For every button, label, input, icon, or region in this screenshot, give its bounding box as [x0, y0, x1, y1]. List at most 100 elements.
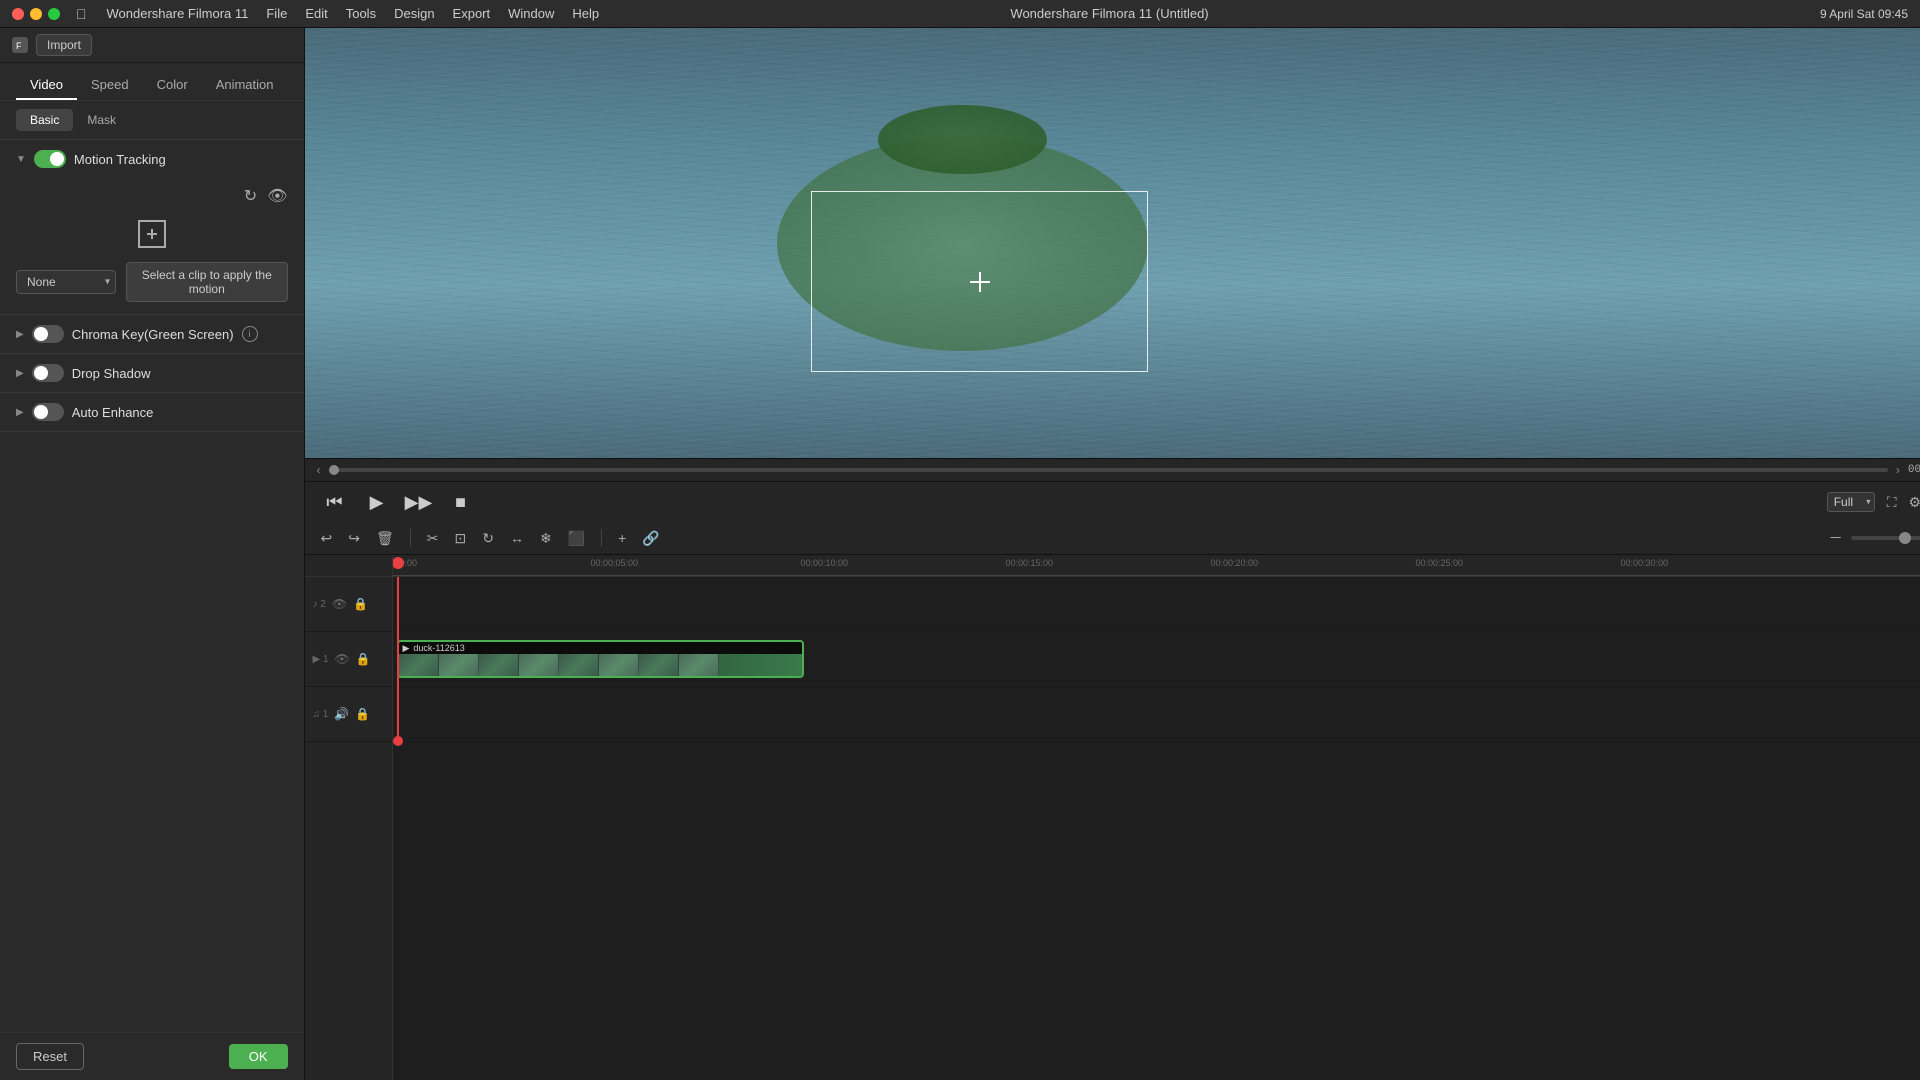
add-media-icon[interactable]: + [614, 528, 630, 548]
fullscreen-icon[interactable]: ⛶ [1887, 494, 1897, 511]
undo-icon[interactable]: ↩ [317, 528, 337, 549]
subtab-mask[interactable]: Mask [73, 109, 130, 131]
tab-speed[interactable]: Speed [77, 71, 143, 100]
track-2-lock-icon[interactable]: 🔒 [353, 597, 368, 611]
progress-bar[interactable] [329, 468, 1888, 472]
chroma-key-toggle[interactable] [32, 325, 64, 343]
right-panel: ‹ › 00:00:00:00 ⏮ ▶ ▶▶ ■ Full ⛶ [305, 28, 1920, 1080]
tracks-scroll-area[interactable]: 00:00 00:00:05:00 00:00:10:00 00:00:15:0… [393, 555, 1920, 1080]
freeze-icon[interactable]: ❄ [536, 528, 556, 549]
preview-area [305, 28, 1920, 458]
zoom-slider[interactable] [1851, 536, 1920, 540]
tab-color[interactable]: Color [143, 71, 202, 100]
clip-thumbnail-4 [519, 654, 559, 676]
playhead[interactable] [397, 577, 399, 742]
rewind-button[interactable]: ⏮ [321, 488, 349, 516]
tab-animation[interactable]: Animation [202, 71, 288, 100]
menu-edit[interactable]: Edit [305, 6, 327, 21]
track-row-audio-1 [393, 687, 1920, 742]
audio-icon[interactable]: ↔ [506, 528, 528, 548]
close-window-button[interactable] [12, 8, 24, 20]
stop-button[interactable]: ■ [447, 488, 475, 516]
clip-thumbnail-7 [639, 654, 679, 676]
motion-tracking-toggle[interactable] [34, 150, 66, 168]
track-video-1-lock-icon[interactable]: 🔒 [356, 652, 371, 666]
quality-select[interactable]: Full [1827, 492, 1875, 512]
cut-icon[interactable]: ✂ [423, 528, 443, 549]
subtab-basic[interactable]: Basic [16, 109, 73, 131]
mac-window-controls[interactable] [12, 8, 60, 20]
prev-frame-button[interactable]: ‹ [317, 463, 321, 477]
window-title: Wondershare Filmora 11 (Untitled) [415, 6, 1804, 21]
track-2-eye-icon[interactable]: 👁 [332, 597, 347, 611]
maximize-window-button[interactable] [48, 8, 60, 20]
properties-panel: F Import Video Speed Color Animation Bas… [0, 28, 305, 1080]
divider-5 [0, 431, 304, 432]
main-layout: F Import Video Speed Color Animation Bas… [0, 28, 1920, 1080]
track-audio-1-speaker-icon[interactable]: 🔊 [334, 707, 349, 721]
zoom-thumb[interactable] [1899, 532, 1911, 544]
chroma-key-section-header[interactable]: ▶ Chroma Key(Green Screen) i [0, 315, 304, 353]
crosshair-icon [138, 220, 166, 248]
menu-tools[interactable]: Tools [346, 6, 376, 21]
tracking-box [811, 191, 1149, 372]
reset-button[interactable]: Reset [16, 1043, 84, 1070]
timeline-area: ↩ ↪ 🗑 ✂ ⊡ ↻ ↔ ❄ ⬛ + 🔗 － ＋ [305, 522, 1920, 1080]
track-audio-1-lock-icon[interactable]: 🔒 [355, 707, 370, 721]
clip-name: duck-112613 [413, 643, 464, 653]
clip-thumbnail-5 [559, 654, 599, 676]
auto-enhance-title: Auto Enhance [72, 405, 154, 420]
chroma-key-chevron: ▶ [16, 329, 24, 340]
visibility-icon[interactable]: 👁 [267, 186, 287, 206]
video-clip-duck[interactable]: ▶ duck-112613 [397, 640, 804, 678]
ruler-baseline [393, 575, 1920, 576]
track-audio-1-number: ♫ 1 [313, 709, 329, 720]
playhead-indicator [393, 557, 404, 569]
clip-body [399, 654, 802, 676]
menu-app[interactable]: Wondershare Filmora 11 [107, 6, 249, 21]
clip-thumbnail-3 [479, 654, 519, 676]
menu-file[interactable]: File [266, 6, 287, 21]
motion-target-select-wrapper[interactable]: None [16, 270, 116, 294]
refresh-icon[interactable]: ↻ [244, 186, 257, 206]
playback-progress-bar[interactable]: ‹ › 00:00:00:00 [305, 458, 1920, 482]
drop-shadow-chevron: ▶ [16, 368, 24, 379]
datetime-display: 9 April Sat 09:45 [1820, 7, 1908, 21]
auto-enhance-toggle[interactable] [32, 403, 64, 421]
play-pause-button[interactable]: ▶ [363, 488, 391, 516]
redo-icon[interactable]: ↪ [344, 528, 364, 549]
next-frame-button[interactable]: › [1896, 463, 1900, 477]
settings-icon[interactable]: ⚙ [1909, 494, 1920, 511]
track-video-1-eye-icon[interactable]: 👁 [335, 652, 350, 666]
select-icon[interactable]: ⬛ [564, 528, 589, 549]
zoom-out-icon[interactable]: － [1825, 526, 1847, 550]
app-icon: F [12, 37, 28, 53]
drop-shadow-section-header[interactable]: ▶ Drop Shadow [0, 354, 304, 392]
crop-icon[interactable]: ⊡ [450, 528, 470, 549]
fast-forward-button[interactable]: ▶▶ [405, 488, 433, 516]
apply-motion-button[interactable]: Select a clip to apply the motion [126, 262, 288, 302]
ruler-mark-10: 00:00:10:00 [801, 558, 849, 568]
motion-target-select[interactable]: None [16, 270, 116, 294]
track-label-audio-1: ♫ 1 🔊 🔒 [305, 687, 392, 742]
motion-tracking-icons: ↻ 👁 [16, 186, 288, 206]
quality-select-wrapper[interactable]: Full [1827, 492, 1875, 512]
speed-icon[interactable]: ↻ [478, 528, 498, 549]
auto-enhance-section-header[interactable]: ▶ Auto Enhance [0, 393, 304, 431]
track-row-2 [393, 577, 1920, 632]
tab-video[interactable]: Video [16, 71, 77, 100]
delete-icon[interactable]: 🗑 [372, 528, 398, 549]
apple-icon[interactable]:  [76, 6, 87, 22]
minimize-window-button[interactable] [30, 8, 42, 20]
ruler-mark-20: 00:00:20:00 [1211, 558, 1259, 568]
ruler-mark-30: 00:00:30:00 [1621, 558, 1669, 568]
clip-thumbnail-2 [439, 654, 479, 676]
link-icon[interactable]: 🔗 [638, 528, 663, 549]
timecode-display: 00:00:00:00 [1908, 464, 1920, 476]
motion-tracking-content: ↻ 👁 None Select a clip to apply the moti… [0, 178, 304, 314]
ok-button[interactable]: OK [229, 1044, 288, 1069]
import-button[interactable]: Import [36, 34, 92, 56]
drop-shadow-toggle[interactable] [32, 364, 64, 382]
motion-tracking-section-header[interactable]: ▼ Motion Tracking [0, 140, 304, 178]
chroma-key-info-icon[interactable]: i [242, 326, 258, 342]
